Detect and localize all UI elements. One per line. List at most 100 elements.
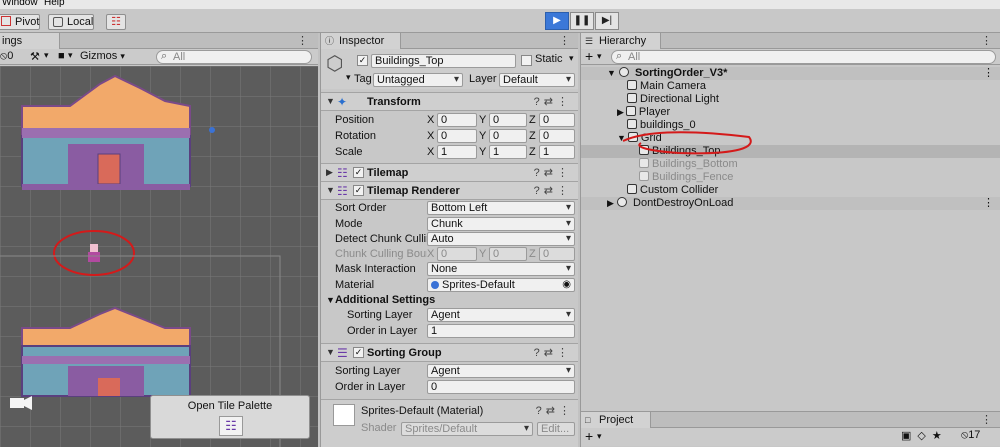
- sorting-group-header[interactable]: ▼ ☰ ✓ Sorting Group ?⇄⋮: [321, 343, 578, 362]
- icon-dropdown[interactable]: ▾: [346, 72, 351, 83]
- renderer-sorting-layer-dropdown[interactable]: Agent: [427, 308, 575, 322]
- active-checkbox[interactable]: ✓: [357, 55, 368, 66]
- pivot-handle[interactable]: [209, 127, 215, 133]
- scene-viewport[interactable]: [0, 66, 318, 447]
- tile-palette-overlay[interactable]: Open Tile Palette ☷: [150, 395, 310, 439]
- scene-menu-icon[interactable]: ⋮: [983, 197, 994, 210]
- sorting-group-title: Sorting Group: [367, 347, 442, 359]
- axis-x-label: X: [427, 248, 435, 260]
- tag-label: Tag: [354, 73, 372, 85]
- hierarchy-item-buildings-fence[interactable]: Buildings_Fence: [639, 171, 733, 184]
- renderer-header[interactable]: ▼ ☷ ✓ Tilemap Renderer ?⇄⋮: [321, 181, 578, 200]
- object-header: ⬡ ▾ ✓ Buildings_Top Static ▾ Tag Untagge…: [321, 49, 578, 89]
- menu-window[interactable]: Window: [2, 0, 38, 8]
- rotation-y-input[interactable]: 0: [489, 129, 527, 143]
- renderer-order-input[interactable]: 1: [427, 324, 575, 338]
- tab-hierarchy[interactable]: ☰ Hierarchy: [581, 33, 661, 49]
- rotation-row: Rotation X 0 Y 0 Z 0: [321, 128, 578, 144]
- scale-z-input[interactable]: 1: [539, 145, 575, 159]
- tilemap-header[interactable]: ▶ ☷ ✓ Tilemap ?⇄⋮: [321, 163, 578, 182]
- renderer-enabled-checkbox[interactable]: ✓: [353, 185, 364, 196]
- add-dropdown-icon[interactable]: ▾: [597, 431, 602, 442]
- step-button[interactable]: ▶|: [595, 12, 619, 30]
- grid-icon[interactable]: ☷: [219, 416, 243, 436]
- menu-help[interactable]: Help: [44, 0, 65, 8]
- object-name: Buildings_Top: [375, 55, 444, 67]
- additional-row[interactable]: ▼ Additional Settings: [321, 292, 578, 308]
- static-dropdown-icon[interactable]: ▾: [569, 53, 574, 64]
- tilemap-enabled-checkbox[interactable]: ✓: [353, 167, 364, 178]
- rotation-z-input[interactable]: 0: [539, 129, 575, 143]
- pivot-button[interactable]: Pivot: [0, 14, 40, 30]
- component-tools-icon[interactable]: ?⇄⋮: [534, 166, 572, 179]
- detect-culling-dropdown[interactable]: Auto: [427, 232, 575, 246]
- local-button[interactable]: Local: [48, 14, 94, 30]
- transform-header[interactable]: ▼ ✦ Transform ?⇄⋮: [321, 92, 578, 111]
- material-field[interactable]: Sprites-Default ◉: [427, 278, 575, 292]
- hierarchy-item-main-camera[interactable]: Main Camera: [627, 80, 706, 93]
- rotation-x-input[interactable]: 0: [437, 129, 477, 143]
- tools-icon[interactable]: ⚒: [30, 50, 40, 63]
- scale-y-input[interactable]: 1: [489, 145, 527, 159]
- filter-icons[interactable]: ▣◇★: [901, 429, 948, 442]
- hierarchy-tab-label: Hierarchy: [599, 35, 647, 47]
- scene-row[interactable]: ▼ SortingOrder_V3* ⋮: [581, 67, 1000, 80]
- hierarchy-search-input[interactable]: ⌕ All: [611, 50, 996, 64]
- group-sorting-layer-dropdown[interactable]: Agent: [427, 364, 575, 378]
- menu-bar: Window Help: [0, 0, 1000, 9]
- mask-dropdown[interactable]: None: [427, 262, 575, 276]
- position-x-input[interactable]: 0: [437, 113, 477, 127]
- add-dropdown-icon[interactable]: ▾: [597, 51, 602, 62]
- inspector-menu-icon[interactable]: ⋮: [559, 34, 570, 47]
- component-tools-icon[interactable]: ?⇄⋮: [534, 184, 572, 197]
- mode-dropdown[interactable]: Chunk: [427, 217, 575, 231]
- component-tools-icon[interactable]: ?⇄⋮: [536, 404, 574, 417]
- object-name-input[interactable]: Buildings_Top: [371, 54, 516, 68]
- tab-project[interactable]: □ Project: [581, 412, 651, 428]
- scene-menu-icon[interactable]: ⋮: [983, 67, 994, 80]
- axis-x-label: X: [427, 130, 435, 142]
- hierarchy-item-buildings-bottom[interactable]: Buildings_Bottom: [639, 158, 738, 171]
- scene-search-input[interactable]: ⌕ All: [156, 50, 312, 64]
- step-icon: ▶|: [601, 15, 613, 26]
- tab-inspector[interactable]: ⓘ Inspector: [321, 33, 401, 49]
- component-tools-icon[interactable]: ?⇄⋮: [534, 95, 572, 108]
- axis-y-label: Y: [479, 146, 487, 158]
- hierarchy-item-player[interactable]: ▶ Player: [617, 106, 670, 119]
- static-checkbox[interactable]: [521, 55, 532, 66]
- sorting-group-enabled-checkbox[interactable]: ✓: [353, 347, 364, 358]
- group-order-input[interactable]: 0: [427, 380, 575, 394]
- hierarchy-menu-icon[interactable]: ⋮: [981, 34, 992, 47]
- sort-order-dropdown[interactable]: Bottom Left: [427, 201, 575, 215]
- scene-menu-icon[interactable]: ⋮: [297, 34, 308, 47]
- hierarchy-tabbar: ☰ Hierarchy ⋮: [581, 33, 1000, 49]
- pause-button[interactable]: ❚❚: [570, 12, 594, 30]
- add-icon[interactable]: +: [585, 48, 593, 64]
- visibility-icon[interactable]: ⦸0: [0, 50, 13, 63]
- gizmos-button[interactable]: Gizmos ▾: [80, 50, 125, 62]
- dont-destroy-row[interactable]: ▶ DontDestroyOnLoad ⋮: [581, 197, 1000, 210]
- gameobject-icon: [625, 106, 636, 116]
- scene-panel: ings ⋮ ⦸0 ⚒ ▾ ■ ▾ Gizmos ▾ ⌕ All Open Ti…: [0, 33, 318, 447]
- project-menu-icon[interactable]: ⋮: [981, 413, 992, 426]
- snap-button[interactable]: ☷: [106, 14, 126, 30]
- position-z-input[interactable]: 0: [539, 113, 575, 127]
- tools-dropdown-icon[interactable]: ▾: [44, 50, 49, 61]
- search-icon: ⌕: [616, 50, 623, 62]
- play-button[interactable]: ▶: [545, 12, 569, 30]
- tag-dropdown[interactable]: Untagged: [373, 73, 463, 87]
- component-tools-icon[interactable]: ?⇄⋮: [534, 346, 572, 359]
- layer-dropdown[interactable]: Default: [499, 73, 575, 87]
- scale-x-input[interactable]: 1: [437, 145, 477, 159]
- add-icon[interactable]: +: [585, 428, 593, 444]
- tab-scene[interactable]: ings: [0, 33, 60, 49]
- hidden-count[interactable]: ⦸17: [961, 429, 980, 442]
- gizmos-dropdown-icon: ▾: [120, 51, 125, 61]
- hierarchy-item-directional-light[interactable]: Directional Light: [627, 93, 719, 106]
- sorting-group-icon: ☰: [337, 346, 348, 360]
- hierarchy-item-custom-collider[interactable]: Custom Collider: [627, 184, 718, 197]
- camera-dropdown-icon[interactable]: ▾: [68, 50, 73, 61]
- position-y-input[interactable]: 0: [489, 113, 527, 127]
- camera-icon[interactable]: ■: [58, 50, 65, 62]
- object-picker-icon[interactable]: ◉: [562, 279, 571, 291]
